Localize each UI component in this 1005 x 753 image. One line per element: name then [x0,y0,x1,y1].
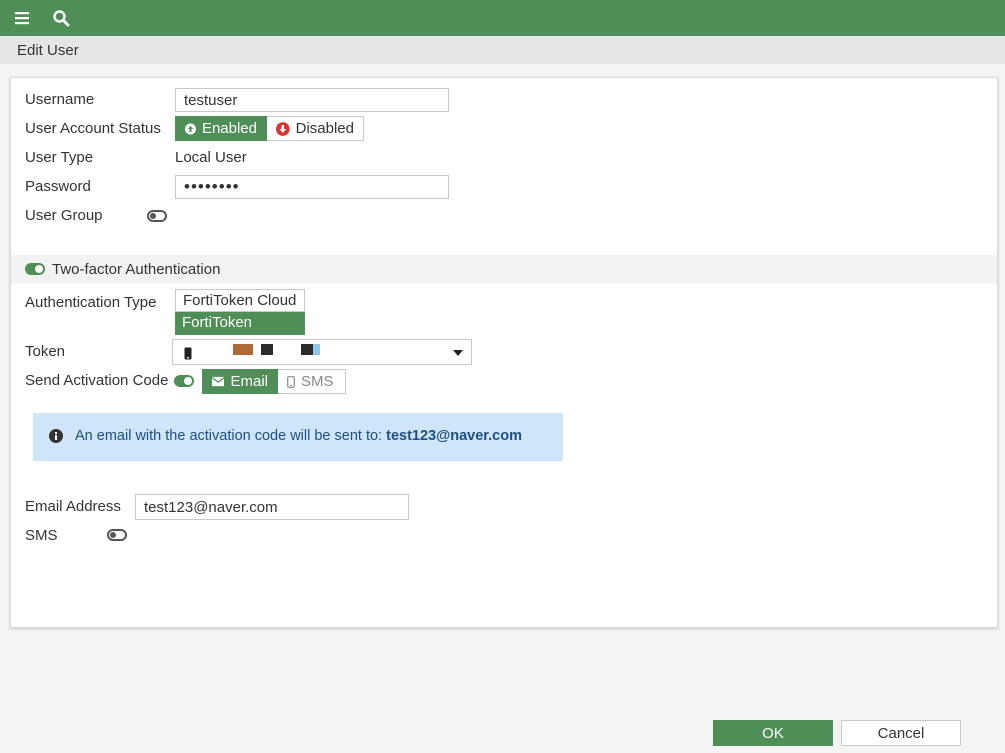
sms-toggle[interactable] [107,529,127,541]
activation-info-email: test123@naver.com [386,428,522,444]
user-group-toggle[interactable] [147,210,167,222]
chevron-down-icon [453,350,463,356]
account-status-label: User Account Status [25,120,161,137]
token-label: Token [25,343,66,360]
user-type-label: User Type [25,149,94,166]
cancel-button[interactable]: Cancel [841,720,961,746]
email-address-input[interactable]: test123@naver.com [135,494,409,520]
activation-info-text: An email with the activation code will b… [75,428,522,444]
mobile-phone-icon [287,375,295,388]
email-method-label: Email [230,373,268,390]
username-input[interactable]: testuser [175,88,449,112]
arrow-down-circle-icon [276,121,290,136]
redacted-block [301,344,313,355]
two-factor-label: Two-factor Authentication [52,261,221,278]
enabled-label: Enabled [201,120,257,137]
edit-user-panel: Username testuser User Account Status En… [10,77,998,628]
password-label: Password [25,178,91,195]
password-input[interactable]: •••••••• [175,175,449,199]
email-method-option[interactable]: Email [202,369,278,394]
page-header: Edit User [0,36,1005,64]
email-address-label: Email Address [25,498,121,515]
auth-type-option-fortitoken-cloud[interactable]: FortiToken Cloud [175,289,305,312]
redacted-block [233,344,253,355]
redacted-block [313,344,320,355]
page-title: Edit User [17,42,79,59]
auth-type-label: Authentication Type [25,294,157,311]
two-factor-section-header: Two-factor Authentication [11,255,997,283]
info-icon [49,429,63,443]
sms-method-label: SMS [301,373,334,390]
ok-button[interactable]: OK [713,720,833,746]
username-value: testuser [184,91,238,109]
redacted-block [261,344,273,355]
envelope-icon [212,376,225,387]
arrow-up-circle-icon [185,123,196,134]
mobile-phone-icon [184,347,192,360]
activation-info-box: An email with the activation code will b… [33,413,563,461]
username-label: Username [25,91,95,108]
enabled-option[interactable]: Enabled [175,116,267,141]
token-select[interactable] [172,339,472,365]
disabled-option[interactable]: Disabled [267,116,364,141]
menu-icon[interactable] [12,8,32,28]
search-icon[interactable] [51,8,71,28]
user-group-label: User Group [25,207,103,224]
send-activation-label: Send Activation Code [25,372,169,389]
sms-method-option[interactable]: SMS [278,369,346,394]
activation-info-message: An email with the activation code will b… [75,428,383,444]
email-address-value: test123@naver.com [144,498,278,516]
password-value: •••••••• [184,177,240,196]
auth-type-option-fortitoken[interactable]: FortiToken [175,312,305,335]
activation-method-toggle: Email SMS [202,369,346,394]
send-activation-toggle[interactable] [174,375,194,387]
top-bar [0,0,1005,36]
account-status-toggle: Enabled Disabled [175,116,364,141]
disabled-label: Disabled [295,120,354,137]
sms-label: SMS [25,527,58,544]
auth-type-dropdown: FortiToken Cloud FortiToken [175,289,305,335]
user-type-value: Local User [175,149,247,166]
two-factor-toggle[interactable] [25,263,45,275]
